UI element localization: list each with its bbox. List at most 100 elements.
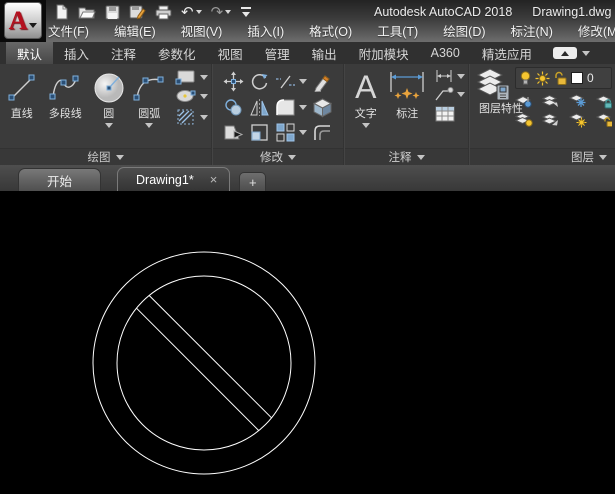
layer-combo[interactable]: 0 — [515, 67, 612, 89]
redo-dropdown-icon[interactable] — [225, 10, 232, 14]
ribbon-tab-featured-apps[interactable]: 精选应用 — [471, 42, 543, 64]
menu-view[interactable]: 视图(V) — [181, 21, 223, 40]
tab-label: A360 — [430, 46, 460, 60]
freeze-layer-button[interactable] — [569, 93, 588, 109]
change-layer-button[interactable] — [542, 112, 561, 128]
draw-panel-title[interactable]: 绘图 — [0, 148, 211, 165]
stretch-button[interactable] — [223, 123, 244, 142]
arc-tool-button[interactable]: 圆弧 — [128, 67, 171, 148]
layer-properties-button[interactable]: 图层特性 — [473, 67, 523, 148]
ribbon-tab-a360[interactable]: A360 — [420, 42, 471, 64]
menu-format[interactable]: 格式(O) — [309, 21, 352, 40]
leader-dropdown-icon[interactable] — [457, 91, 465, 97]
circle-tool-button[interactable]: 圆 — [90, 67, 128, 148]
trim-button[interactable] — [275, 73, 307, 91]
text-dropdown-icon[interactable] — [361, 123, 370, 128]
thaw-layer-button[interactable] — [569, 112, 588, 128]
ellipse-dropdown-icon[interactable] — [199, 93, 208, 99]
linear-dimension-button[interactable] — [434, 69, 465, 83]
drawn-line[interactable] — [136, 307, 260, 431]
undo-button[interactable]: ↶ — [181, 5, 202, 20]
menu-draw[interactable]: 绘图(D) — [443, 21, 485, 40]
dimension-dropdown-icon[interactable] — [457, 73, 465, 79]
text-tool-button[interactable]: A 文字 — [348, 67, 384, 148]
annotation-panel-title[interactable]: 注释 — [345, 148, 468, 165]
ribbon-tab-manage[interactable]: 管理 — [254, 42, 301, 64]
file-tab-drawing1[interactable]: Drawing1* × — [117, 167, 231, 191]
leader-button[interactable] — [434, 86, 465, 102]
erase-button[interactable] — [312, 71, 333, 92]
lock-layer-button[interactable] — [596, 93, 612, 109]
modify-panel-title[interactable]: 修改 — [213, 148, 343, 165]
ribbon-collapse-button[interactable] — [552, 47, 577, 59]
drawn-line[interactable] — [148, 295, 272, 419]
ellipse-tool-button[interactable] — [175, 88, 208, 104]
array-dropdown-icon[interactable] — [299, 130, 307, 135]
layer-on-button[interactable] — [515, 112, 534, 128]
layers-panel-title[interactable]: 图层 — [470, 148, 615, 165]
redo-button[interactable]: ↷ — [211, 5, 232, 20]
circle-dropdown-icon[interactable] — [104, 123, 113, 128]
drawing-canvas[interactable] — [0, 193, 615, 494]
make-current-layer-button[interactable] — [515, 93, 534, 109]
autocad-window: A ↶ ↷ Autodesk AutoCAD 2018 Drawing1.dwg… — [0, 0, 615, 494]
table-button[interactable] — [434, 105, 465, 123]
fillet-button[interactable] — [275, 98, 307, 117]
explode-button[interactable] — [312, 97, 333, 118]
new-file-button[interactable] — [54, 4, 69, 20]
polyline-tool-button[interactable]: 多段线 — [41, 67, 90, 148]
close-tab-icon[interactable]: × — [210, 173, 218, 186]
customize-qat-button[interactable] — [240, 6, 252, 18]
new-drawing-tab-button[interactable]: + — [239, 172, 267, 191]
fillet-dropdown-icon[interactable] — [299, 105, 307, 110]
drawn-circle[interactable] — [116, 275, 292, 451]
dimension-tool-button[interactable]: 标注 — [384, 67, 431, 148]
move-button[interactable] — [223, 71, 244, 92]
menu-dimension[interactable]: 标注(N) — [511, 21, 553, 40]
rectangle-icon — [175, 70, 195, 85]
ribbon-tab-output[interactable]: 输出 — [301, 42, 348, 64]
copy-button[interactable] — [223, 98, 244, 117]
menu-edit[interactable]: 编辑(E) — [114, 21, 156, 40]
open-file-button[interactable] — [78, 5, 96, 20]
plot-button[interactable] — [155, 5, 172, 20]
rotate-button[interactable] — [249, 71, 270, 92]
menu-modify[interactable]: 修改(M) — [578, 21, 615, 40]
rectangle-dropdown-icon[interactable] — [199, 74, 208, 80]
layer-unlock-icon — [555, 71, 567, 85]
file-tab-start[interactable]: 开始 — [18, 168, 102, 191]
layer-properties-label: 图层特性 — [479, 103, 523, 115]
ribbon-tab-home[interactable]: 默认 — [6, 42, 54, 64]
lock-layer-icon — [596, 94, 612, 108]
customize-toolbar-icon — [241, 7, 252, 17]
hatch-dropdown-icon[interactable] — [199, 114, 208, 120]
trim-dropdown-icon[interactable] — [299, 79, 307, 84]
panel-expand-icon — [416, 154, 425, 160]
ribbon-tab-addins[interactable]: 附加模块 — [348, 42, 420, 64]
menu-insert[interactable]: 插入(I) — [247, 21, 284, 40]
offset-button[interactable] — [312, 123, 333, 142]
ribbon-collapse-options-icon[interactable] — [581, 50, 590, 56]
line-tool-button[interactable]: 直线 — [3, 67, 41, 148]
array-button[interactable] — [275, 123, 307, 142]
drawn-circle[interactable] — [92, 251, 316, 475]
arc-dropdown-icon[interactable] — [145, 123, 154, 128]
match-layer-button[interactable] — [542, 93, 561, 109]
ribbon-tab-parametric[interactable]: 参数化 — [147, 42, 207, 64]
ribbon-tab-insert[interactable]: 插入 — [53, 42, 100, 64]
application-menu-button[interactable]: A — [4, 2, 42, 39]
scale-button[interactable] — [249, 123, 270, 142]
ribbon: 直线 多段线 圆 圆弧 绘图 修改 A 文字 标注 注释 图层特性 0 图层 — [0, 64, 615, 165]
ribbon-tab-view[interactable]: 视图 — [207, 42, 254, 64]
menu-file[interactable]: 文件(F) — [48, 21, 89, 40]
save-as-button[interactable] — [129, 4, 146, 20]
menu-tools[interactable]: 工具(T) — [377, 21, 418, 40]
unlock-layer-button[interactable] — [596, 112, 612, 128]
mirror-button[interactable] — [249, 98, 270, 117]
undo-dropdown-icon[interactable] — [195, 10, 202, 14]
rectangle-tool-button[interactable] — [175, 69, 208, 85]
save-button[interactable] — [105, 5, 120, 20]
hatch-tool-button[interactable] — [175, 107, 208, 127]
trim-icon — [276, 75, 295, 88]
ribbon-tab-annotate[interactable]: 注释 — [100, 42, 147, 64]
